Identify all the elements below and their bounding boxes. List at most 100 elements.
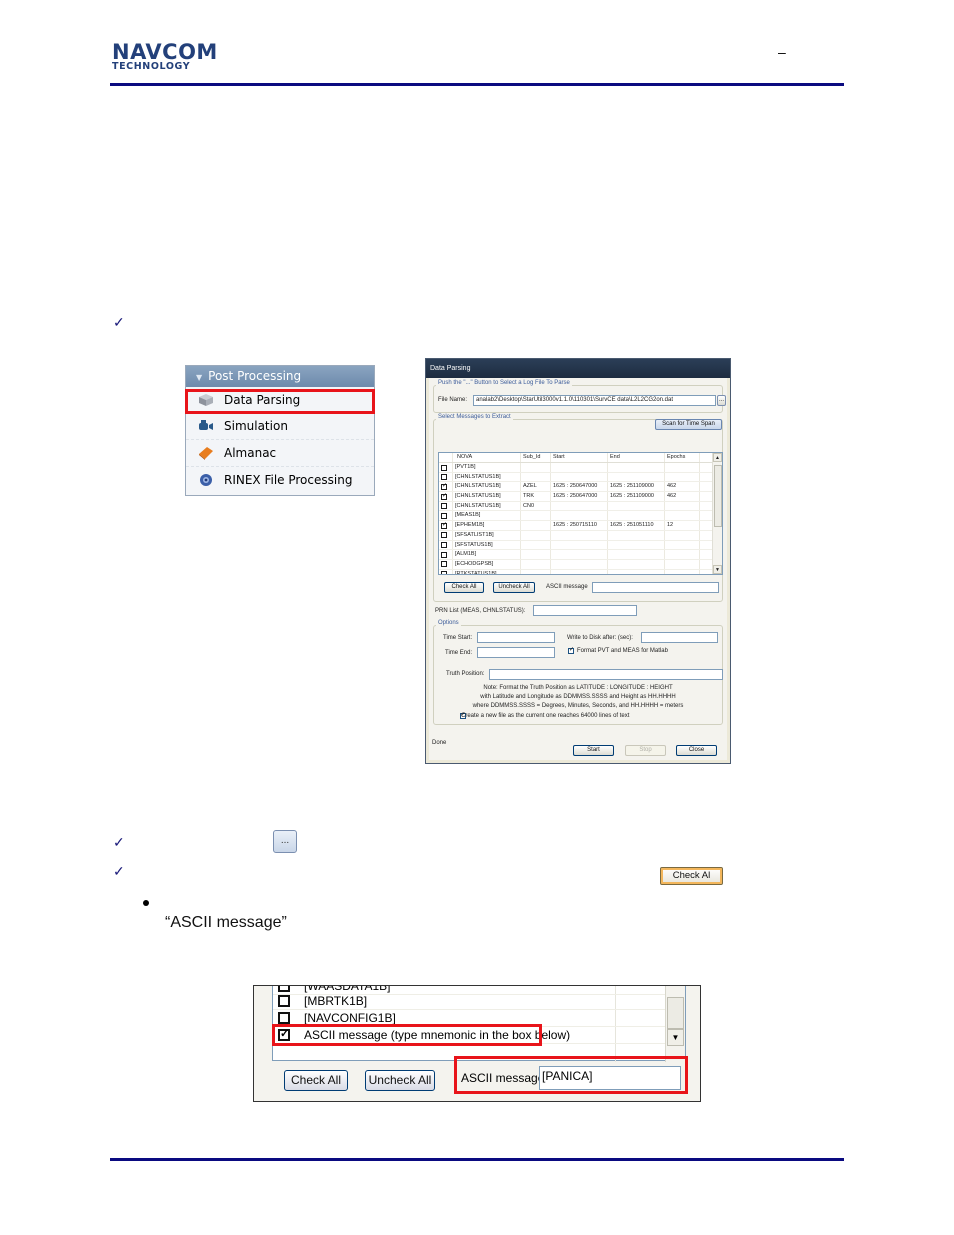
- row-checkbox[interactable]: [441, 482, 447, 491]
- write-disk-input[interactable]: [641, 632, 718, 643]
- messages-group-label: Select Messages to Extract: [436, 414, 513, 420]
- table-cell: [CHNLSTATUS1B]: [453, 472, 521, 482]
- table-row[interactable]: [MEAS1B]: [439, 511, 722, 522]
- list-item[interactable]: [MBRTK1B]: [273, 993, 669, 1010]
- table-cell: 1625 : 250647000: [551, 492, 608, 501]
- check-all-button[interactable]: Check All: [444, 582, 484, 593]
- camera-icon: [198, 419, 214, 433]
- table-row[interactable]: [SFSATLIST1B]: [439, 530, 722, 541]
- table-cell: [665, 472, 700, 482]
- checkbox-cell: [439, 550, 453, 559]
- row-checkbox[interactable]: [441, 561, 447, 568]
- column-header[interactable]: Sub_Id: [521, 453, 551, 462]
- menu-item-rinex[interactable]: RINEX File Processing: [186, 467, 374, 494]
- table-cell: 1625 : 250647000: [551, 482, 608, 492]
- column-header[interactable]: End: [608, 453, 665, 462]
- ascii-message-crop: [WAASDATA1B] [MBRTK1B] [NAVCONFIG1B] ASC…: [253, 985, 701, 1102]
- checkbox-cell: [439, 511, 453, 521]
- row-checkbox[interactable]: [441, 512, 447, 519]
- prn-list-input[interactable]: [533, 605, 637, 616]
- scroll-up-icon[interactable]: ▲: [713, 453, 722, 462]
- checkbox[interactable]: [278, 986, 290, 992]
- list-scrollbar[interactable]: ▲ ▼: [712, 453, 722, 574]
- table-cell: 1625 : 251051110: [608, 521, 665, 530]
- table-cell: [521, 521, 551, 530]
- row-checkbox[interactable]: [441, 532, 447, 539]
- scan-time-span-button[interactable]: Scan for Time Span: [655, 419, 722, 430]
- check-all-button-image: Check Al: [660, 867, 723, 885]
- table-cell: [608, 511, 665, 521]
- check-all-button[interactable]: Check All: [284, 1070, 348, 1091]
- table-row[interactable]: [SFSTATUS1B]: [439, 540, 722, 551]
- status-text: Done: [432, 740, 447, 746]
- column-header[interactable]: NOVA: [453, 453, 521, 462]
- table-cell: [665, 559, 700, 569]
- checkbox[interactable]: [278, 995, 290, 1007]
- table-cell: [CHNLSTATUS1B]: [453, 492, 521, 501]
- row-checkbox[interactable]: [441, 464, 447, 471]
- table-cell: [608, 463, 665, 472]
- menu-item-label: Almanac: [224, 445, 277, 460]
- table-cell: [665, 501, 700, 511]
- menu-item-almanac[interactable]: Almanac: [186, 440, 374, 467]
- close-button[interactable]: Close: [676, 745, 717, 756]
- table-cell: [521, 559, 551, 569]
- table-cell: 12: [665, 521, 700, 530]
- truth-position-input[interactable]: [489, 669, 723, 680]
- checkbox[interactable]: [278, 1012, 290, 1024]
- list-rows: [PVT1B][CHNLSTATUS1B][CHNLSTATUS1B]AZEL1…: [439, 463, 722, 574]
- row-checkbox[interactable]: [441, 521, 447, 530]
- checkbox-cell: [439, 501, 453, 511]
- uncheck-all-button[interactable]: Uncheck All: [493, 582, 535, 593]
- column-header[interactable]: Start: [551, 453, 608, 462]
- table-row[interactable]: [PVT1B]: [439, 463, 722, 473]
- table-cell: [SFSTATUS1B]: [453, 540, 521, 550]
- row-checkbox[interactable]: [441, 571, 447, 574]
- post-processing-header[interactable]: ▼ Post Processing: [186, 366, 374, 387]
- row-checkbox[interactable]: [441, 503, 447, 510]
- table-cell: [PVT1B]: [453, 463, 521, 472]
- row-checkbox[interactable]: [441, 474, 447, 481]
- table-cell: [CHNLSTATUS1B]: [453, 501, 521, 511]
- new-file-label: Create a new file as the current one rea…: [461, 713, 630, 719]
- table-cell: AZEL: [521, 482, 551, 492]
- list-item-label: [MBRTK1B]: [304, 994, 368, 1008]
- scroll-thumb[interactable]: [667, 997, 684, 1029]
- checkbox-cell: [439, 530, 453, 540]
- time-start-input[interactable]: [477, 632, 555, 643]
- menu-item-simulation[interactable]: Simulation: [186, 414, 374, 440]
- stop-button[interactable]: Stop: [625, 745, 666, 756]
- table-row[interactable]: [CHNLSTATUS1B]: [439, 472, 722, 483]
- round-bullet-icon: [143, 900, 149, 906]
- ascii-message-input[interactable]: [592, 582, 719, 593]
- crop-scrollbar[interactable]: ▼: [665, 986, 685, 1062]
- table-row[interactable]: [CHNLSTATUS1B]AZEL1625 : 2506470001625 :…: [439, 482, 722, 493]
- row-checkbox[interactable]: [441, 551, 447, 558]
- browse-button[interactable]: ...: [717, 395, 726, 406]
- column-header[interactable]: Epochs: [665, 453, 700, 462]
- table-cell: [608, 569, 665, 574]
- table-row[interactable]: [EPHEM1B] 1625 : 2507151101625 : 25105111…: [439, 521, 722, 531]
- gear-globe-icon: [198, 473, 214, 487]
- checkbox-cell: [439, 559, 453, 569]
- scroll-down-icon[interactable]: ▼: [713, 565, 722, 574]
- table-row[interactable]: [ECHODGPSB]: [439, 559, 722, 570]
- file-name-input[interactable]: analab2\Desktop\StarUtil3000v1.1.0\11030…: [473, 395, 716, 406]
- table-row[interactable]: [ALM1B]: [439, 550, 722, 560]
- table-row[interactable]: [RTKSTATUS1B]: [439, 569, 722, 574]
- table-row[interactable]: [CHNLSTATUS1B]TRK1625 : 2506470001625 : …: [439, 492, 722, 502]
- format-matlab-checkbox[interactable]: [568, 646, 574, 654]
- row-checkbox[interactable]: [441, 542, 447, 548]
- start-button[interactable]: Start: [573, 745, 614, 756]
- collapse-triangle-icon: ▼: [196, 373, 203, 382]
- scroll-thumb[interactable]: [714, 465, 722, 527]
- table-row[interactable]: [CHNLSTATUS1B] CN0: [439, 501, 722, 512]
- row-checkbox[interactable]: [441, 492, 447, 501]
- scroll-down-icon[interactable]: ▼: [667, 1029, 684, 1046]
- header-dash: –: [778, 44, 786, 60]
- table-cell: [521, 511, 551, 521]
- note-line: Note: Format the Truth Position as LATIT…: [483, 685, 673, 691]
- format-matlab-label: Format PVT and MEAS for Matlab: [577, 648, 668, 654]
- uncheck-all-button[interactable]: Uncheck All: [365, 1070, 435, 1091]
- time-end-input[interactable]: [477, 647, 555, 658]
